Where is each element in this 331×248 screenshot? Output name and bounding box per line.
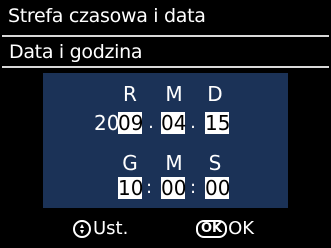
month-field[interactable]: 04 (161, 112, 186, 134)
multi-selector-icon (73, 220, 91, 238)
date-separator: . (148, 112, 154, 133)
set-hint[interactable]: Ust. (73, 218, 128, 240)
second-header: S (208, 151, 222, 175)
set-label: Ust. (93, 218, 129, 239)
ok-hint[interactable]: OK OK (196, 218, 254, 240)
date-separator: . (190, 112, 196, 133)
day-field[interactable]: 15 (205, 112, 230, 134)
time-separator: : (189, 177, 197, 198)
section-divider (2, 66, 329, 68)
ok-label: OK (228, 218, 255, 239)
menu-title: Strefa czasowa i data (8, 5, 206, 27)
year-header: R (123, 82, 137, 106)
title-divider (2, 35, 329, 37)
hour-header: G (122, 151, 138, 175)
title-bar: Strefa czasowa i data (0, 0, 331, 34)
minute-header: M (165, 151, 183, 175)
date-time-panel: R M D 20 09 . 04 . 15 G M S 10 : 00 : 00 (43, 73, 288, 208)
year-prefix: 20 (94, 111, 120, 135)
minute-field[interactable]: 00 (161, 177, 186, 199)
second-field[interactable]: 00 (205, 177, 230, 199)
month-header: M (165, 82, 183, 106)
hour-field[interactable]: 10 (118, 177, 143, 199)
section-title: Data i godzina (9, 41, 143, 63)
year-field[interactable]: 09 (118, 112, 143, 134)
day-header: D (207, 82, 223, 106)
time-separator: : (145, 177, 153, 198)
ok-button-icon: OK (196, 220, 228, 238)
